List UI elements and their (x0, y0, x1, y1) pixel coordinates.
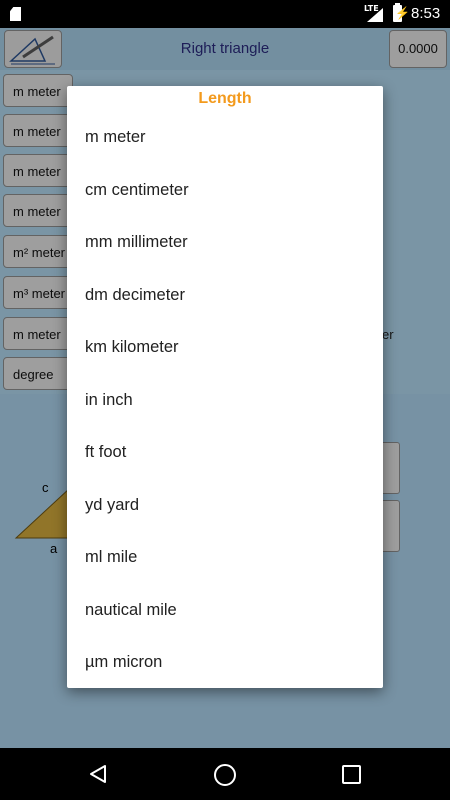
charging-icon: ⚡ (395, 6, 410, 20)
unit-option-micron[interactable]: µm micron (67, 636, 383, 689)
status-bar: LTE ⚡ 8:53 (0, 0, 450, 28)
unit-option-nautical-mile[interactable]: nautical mile (67, 584, 383, 637)
unit-option-decimeter[interactable]: dm decimeter (67, 269, 383, 322)
clock: 8:53 (411, 5, 441, 22)
unit-option-foot[interactable]: ft foot (67, 426, 383, 479)
unit-option-millimeter[interactable]: mm millimeter (67, 216, 383, 269)
home-icon[interactable] (214, 764, 236, 786)
unit-option-meter[interactable]: m meter (67, 111, 383, 164)
unit-option-inch[interactable]: in inch (67, 374, 383, 427)
recent-apps-icon[interactable] (342, 765, 361, 784)
unit-option-mile[interactable]: ml mile (67, 531, 383, 584)
unit-option-yard[interactable]: yd yard (67, 479, 383, 532)
unit-option-kilometer[interactable]: km kilometer (67, 321, 383, 374)
back-icon[interactable] (88, 764, 108, 784)
dialog-title: Length (198, 90, 252, 107)
length-unit-dialog: Length m meter cm centimeter mm millimet… (67, 86, 383, 688)
navigation-bar (0, 748, 450, 800)
unit-list: m meter cm centimeter mm millimeter dm d… (67, 111, 383, 689)
unit-option-centimeter[interactable]: cm centimeter (67, 164, 383, 217)
sd-card-icon (10, 7, 21, 21)
signal-icon (367, 8, 383, 22)
